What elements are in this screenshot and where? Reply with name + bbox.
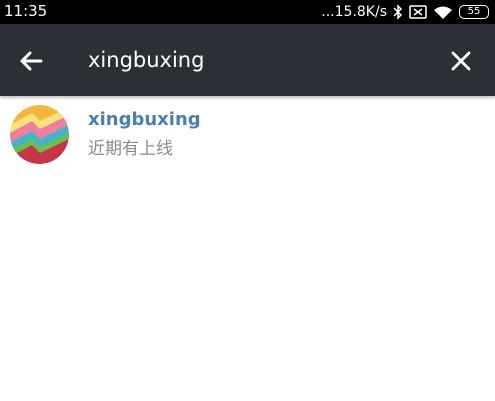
search-result-item[interactable]: xingbuxing 近期有上线 xyxy=(0,96,495,174)
result-title: xingbuxing xyxy=(88,109,201,130)
close-icon xyxy=(451,51,471,71)
result-subtitle: 近期有上线 xyxy=(88,139,173,159)
status-icons: ...15.8K/s 55 xyxy=(321,2,489,22)
bluetooth-icon xyxy=(393,4,403,20)
clear-button[interactable] xyxy=(446,46,476,76)
status-time: 11:35 xyxy=(4,2,48,20)
network-speed: ...15.8K/s xyxy=(321,3,387,20)
arrow-left-icon xyxy=(20,51,43,71)
back-button[interactable] xyxy=(14,44,48,78)
battery-level: 55 xyxy=(467,6,481,17)
no-sim-icon xyxy=(409,5,427,19)
rainbow-lightning-avatar xyxy=(10,105,69,164)
battery-icon: 55 xyxy=(459,5,489,19)
avatar xyxy=(10,105,69,164)
search-input[interactable] xyxy=(88,40,408,80)
search-toolbar xyxy=(0,24,495,96)
status-bar: 11:35 ...15.8K/s 55 xyxy=(0,0,495,24)
wifi-icon xyxy=(434,6,452,19)
